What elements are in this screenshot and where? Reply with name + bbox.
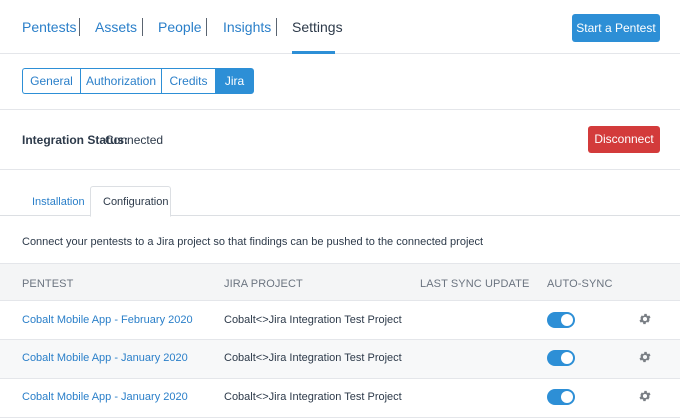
- auto-sync-toggle[interactable]: [547, 350, 575, 366]
- column-header-pentest: PENTEST: [22, 278, 74, 290]
- start-pentest-button[interactable]: Start a Pentest: [572, 14, 660, 42]
- column-header-jira-project: JIRA PROJECT: [224, 278, 303, 290]
- nav-settings[interactable]: Settings: [292, 19, 343, 36]
- pentest-link[interactable]: Cobalt Mobile App - January 2020: [22, 391, 188, 403]
- tab-general[interactable]: General: [22, 68, 80, 94]
- integration-status-value: Connected: [105, 133, 164, 147]
- gear-icon[interactable]: [638, 350, 652, 364]
- jira-project-cell: Cobalt<>Jira Integration Test Project: [224, 352, 402, 364]
- pentest-link[interactable]: Cobalt Mobile App - January 2020: [22, 352, 188, 364]
- configuration-description: Connect your pentests to a Jira project …: [22, 236, 484, 248]
- auto-sync-toggle[interactable]: [547, 389, 575, 405]
- nav-separator: [276, 18, 277, 36]
- toggle-knob: [561, 314, 573, 326]
- jira-project-cell: Cobalt<>Jira Integration Test Project: [224, 314, 402, 326]
- nav-assets[interactable]: Assets: [95, 19, 137, 36]
- disconnect-button[interactable]: Disconnect: [588, 126, 660, 153]
- jira-project-cell: Cobalt<>Jira Integration Test Project: [224, 391, 402, 403]
- column-header-auto-sync: AUTO-SYNC: [547, 278, 613, 290]
- auto-sync-toggle[interactable]: [547, 312, 575, 328]
- gear-icon[interactable]: [638, 312, 652, 326]
- nav-insights[interactable]: Insights: [223, 19, 271, 36]
- toggle-knob: [561, 352, 573, 364]
- nav-separator: [142, 18, 143, 36]
- nav-pentests[interactable]: Pentests: [22, 19, 76, 36]
- pentest-link[interactable]: Cobalt Mobile App - February 2020: [22, 314, 193, 326]
- tab-credits[interactable]: Credits: [161, 68, 215, 94]
- tab-installation[interactable]: Installation: [32, 196, 85, 208]
- tab-configuration[interactable]: Configuration: [103, 196, 168, 208]
- nav-people[interactable]: People: [158, 19, 202, 36]
- tab-authorization[interactable]: Authorization: [80, 68, 161, 94]
- toggle-knob: [561, 391, 573, 403]
- nav-separator: [206, 18, 207, 36]
- gear-icon[interactable]: [638, 389, 652, 403]
- nav-separator: [79, 18, 80, 36]
- tab-jira[interactable]: Jira: [215, 68, 254, 94]
- column-header-last-sync: LAST SYNC UPDATE: [420, 278, 530, 290]
